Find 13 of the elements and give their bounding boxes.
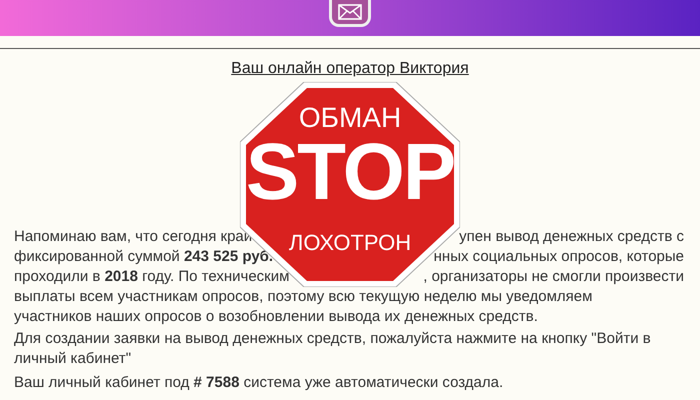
operator-link[interactable]: Ваш онлайн оператор Виктория [231,60,469,78]
paragraph: Для создании заявки на вывод денежных средств, пожалуйста нажмите на кнопку "Войти в личный кабинет" [14,329,652,369]
text-fragment: , организаторы не смогли произвести [422,268,684,284]
text-fragment: проходили в 2018 году. По техническим [14,268,290,284]
text-line: выплаты всем участникам опросов, поэтому всю текущую неделю мы уведомляем [14,288,594,304]
stop-text: STOP [244,132,456,212]
text-fragment: фиксированной суммой 243 525 руб. [14,248,274,264]
paragraph: Ваш личный кабинет под # 7588 система уже автоматически создала. [14,373,504,393]
text-fragment: упен вывод денежных средств с [458,228,684,244]
sign-caption: ОБМАН [298,104,402,132]
text-fragment: нных социальных опросов, которые [432,248,684,264]
text-line: участников наших опросов о возобновлении вывода их денежных средств. [14,308,539,324]
envelope-icon[interactable] [329,0,371,27]
